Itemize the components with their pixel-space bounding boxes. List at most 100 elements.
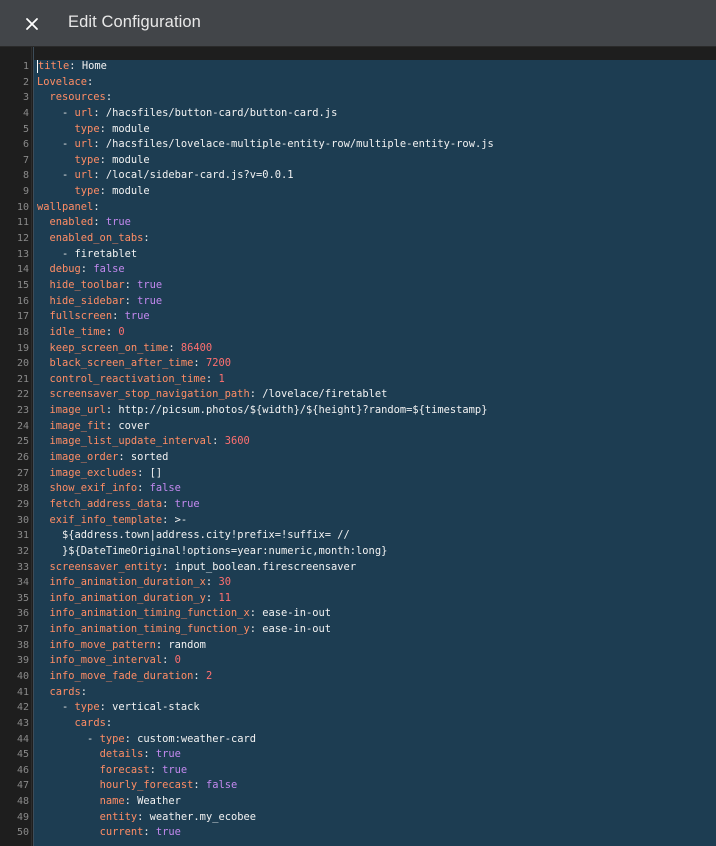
- code-line[interactable]: 36 info_animation_timing_function_x: eas…: [0, 606, 716, 622]
- yaml-key: type: [99, 732, 125, 745]
- yaml-key: entity: [99, 810, 138, 823]
- yaml-key: url: [74, 138, 94, 151]
- code-text: resources:: [49, 91, 113, 104]
- line-number: 45: [16, 749, 29, 761]
- code-line[interactable]: 25 image_list_update_interval: 3600: [0, 434, 716, 450]
- yaml-value: Home: [81, 60, 107, 72]
- yaml-value: /lovelace/firetablet: [262, 388, 388, 401]
- yaml-value: true: [174, 497, 200, 510]
- yaml-value: true: [155, 826, 181, 839]
- code-line[interactable]: 43 cards:: [0, 716, 716, 732]
- code-text: hide_toolbar: true: [49, 278, 163, 291]
- code-line[interactable]: 3 resources:: [0, 90, 716, 106]
- code-line[interactable]: 15 hide_toolbar: true: [0, 278, 716, 294]
- code-line[interactable]: 28 show_exif_info: false: [0, 481, 716, 497]
- code-line[interactable]: 33 screensaver_entity: input_boolean.fir…: [0, 560, 716, 576]
- code-line[interactable]: 21 control_reactivation_time: 1: [0, 372, 716, 388]
- yaml-key: resources: [49, 91, 106, 104]
- code-line[interactable]: 11 enabled: true: [0, 215, 716, 231]
- code-text: type: module: [74, 122, 150, 135]
- code-text: fullscreen: true: [49, 310, 150, 323]
- code-line[interactable]: 26 image_order: sorted: [0, 450, 716, 466]
- code-line[interactable]: 31 ${address.town|address.city!prefix=!s…: [0, 528, 716, 544]
- code-line[interactable]: 9 type: module: [0, 184, 716, 200]
- code-line[interactable]: 1 title: Home: [0, 59, 716, 75]
- code-line[interactable]: 14 debug: false: [0, 262, 716, 278]
- code-text: enabled: true: [49, 216, 131, 229]
- code-line[interactable]: 32 }${DateTimeOriginal!options=year:nume…: [0, 544, 716, 560]
- yaml-value: module: [112, 153, 150, 166]
- code-line[interactable]: 29 fetch_address_data: true: [0, 497, 716, 513]
- line-number: 31: [16, 530, 29, 542]
- code-text: screensaver_stop_navigation_path: /lovel…: [49, 388, 388, 401]
- code-line[interactable]: 44 - type: custom:weather-card: [0, 732, 716, 748]
- code-line[interactable]: 39 info_move_interval: 0: [0, 653, 716, 669]
- yaml-value: input_boolean.firescreensaver: [174, 560, 357, 573]
- code-line[interactable]: 20 black_screen_after_time: 7200: [0, 356, 716, 372]
- code-line[interactable]: 4 - url: /hacsfiles/button-card/button-c…: [0, 106, 716, 122]
- yaml-key: hide_toolbar: [49, 278, 125, 291]
- yaml-key: image_fit: [49, 419, 106, 432]
- code-line[interactable]: 48 name: Weather: [0, 794, 716, 810]
- code-line[interactable]: 41 cards:: [0, 685, 716, 701]
- code-line[interactable]: 17 fullscreen: true: [0, 309, 716, 325]
- code-line[interactable]: 47 hourly_forecast: false: [0, 778, 716, 794]
- line-number: 30: [16, 514, 29, 526]
- code-line[interactable]: 2 Lovelace:: [0, 75, 716, 91]
- code-line[interactable]: 22 screensaver_stop_navigation_path: /lo…: [0, 387, 716, 403]
- code-line[interactable]: 12 enabled_on_tabs:: [0, 231, 716, 247]
- code-line[interactable]: 10 wallpanel:: [0, 200, 716, 216]
- code-line[interactable]: 8 - url: /local/sidebar-card.js?v=0.0.1: [0, 168, 716, 184]
- yaml-key: Lovelace: [37, 75, 88, 88]
- yaml-key: cards: [74, 716, 106, 729]
- code-line[interactable]: 35 info_animation_duration_y: 11: [0, 591, 716, 607]
- code-line[interactable]: 19 keep_screen_on_time: 86400: [0, 341, 716, 357]
- code-line[interactable]: 16 hide_sidebar: true: [0, 294, 716, 310]
- line-number: 37: [16, 624, 29, 636]
- code-lines[interactable]: 1 title: Home 2 Lovelace: 3 resources: 4 - ur…: [0, 59, 716, 841]
- yaml-value: random: [168, 638, 206, 651]
- line-number: 9: [22, 186, 29, 198]
- line-number: 41: [16, 686, 29, 698]
- code-line[interactable]: 7 type: module: [0, 153, 716, 169]
- code-line[interactable]: 23 image_url: http://picsum.photos/${wid…: [0, 403, 716, 419]
- code-editor[interactable]: 1 title: Home 2 Lovelace: 3 resources: 4 - ur…: [0, 47, 716, 846]
- code-line[interactable]: 13 - firetablet: [0, 247, 716, 263]
- yaml-value: 2: [205, 669, 213, 682]
- code-line[interactable]: 27 image_excludes: []: [0, 466, 716, 482]
- code-line[interactable]: 38 info_move_pattern: random: [0, 638, 716, 654]
- yaml-value: true: [162, 763, 188, 776]
- yaml-key: control_reactivation_time: [49, 372, 206, 385]
- yaml-key: info_move_pattern: [49, 638, 156, 651]
- code-line[interactable]: 46 forecast: true: [0, 763, 716, 779]
- yaml-key: enabled: [49, 216, 94, 229]
- code-line[interactable]: 34 info_animation_duration_x: 30: [0, 575, 716, 591]
- close-icon: [26, 18, 38, 30]
- code-text: type: module: [74, 185, 150, 198]
- close-button[interactable]: [18, 10, 46, 38]
- code-line[interactable]: 6 - url: /hacsfiles/lovelace-multiple-en…: [0, 137, 716, 153]
- yaml-value: >-: [174, 513, 188, 526]
- yaml-value: true: [137, 278, 163, 291]
- code-line[interactable]: 30 exif_info_template: >-: [0, 513, 716, 529]
- yaml-value: true: [124, 310, 150, 323]
- yaml-key: exif_info_template: [49, 513, 163, 526]
- code-line[interactable]: 45 details: true: [0, 747, 716, 763]
- dialog-header: Edit Configuration: [0, 0, 716, 47]
- code-line[interactable]: 40 info_move_fade_duration: 2: [0, 669, 716, 685]
- code-line[interactable]: 18 idle_time: 0: [0, 325, 716, 341]
- code-line[interactable]: 24 image_fit: cover: [0, 419, 716, 435]
- code-line[interactable]: 42 - type: vertical-stack: [0, 700, 716, 716]
- yaml-key: image_url: [49, 404, 106, 417]
- code-line[interactable]: 49 entity: weather.my_ecobee: [0, 810, 716, 826]
- code-line[interactable]: 50 current: true: [0, 825, 716, 841]
- yaml-key: show_exif_info: [49, 482, 138, 495]
- code-line[interactable]: 37 info_animation_timing_function_y: eas…: [0, 622, 716, 638]
- line-number: 48: [16, 796, 29, 808]
- code-line[interactable]: 5 type: module: [0, 122, 716, 138]
- line-number: 44: [16, 733, 29, 745]
- yaml-value: false: [149, 482, 181, 495]
- code-text: title: Home: [37, 59, 107, 73]
- code-text: exif_info_template: >-: [49, 513, 188, 526]
- line-number: 18: [16, 326, 29, 338]
